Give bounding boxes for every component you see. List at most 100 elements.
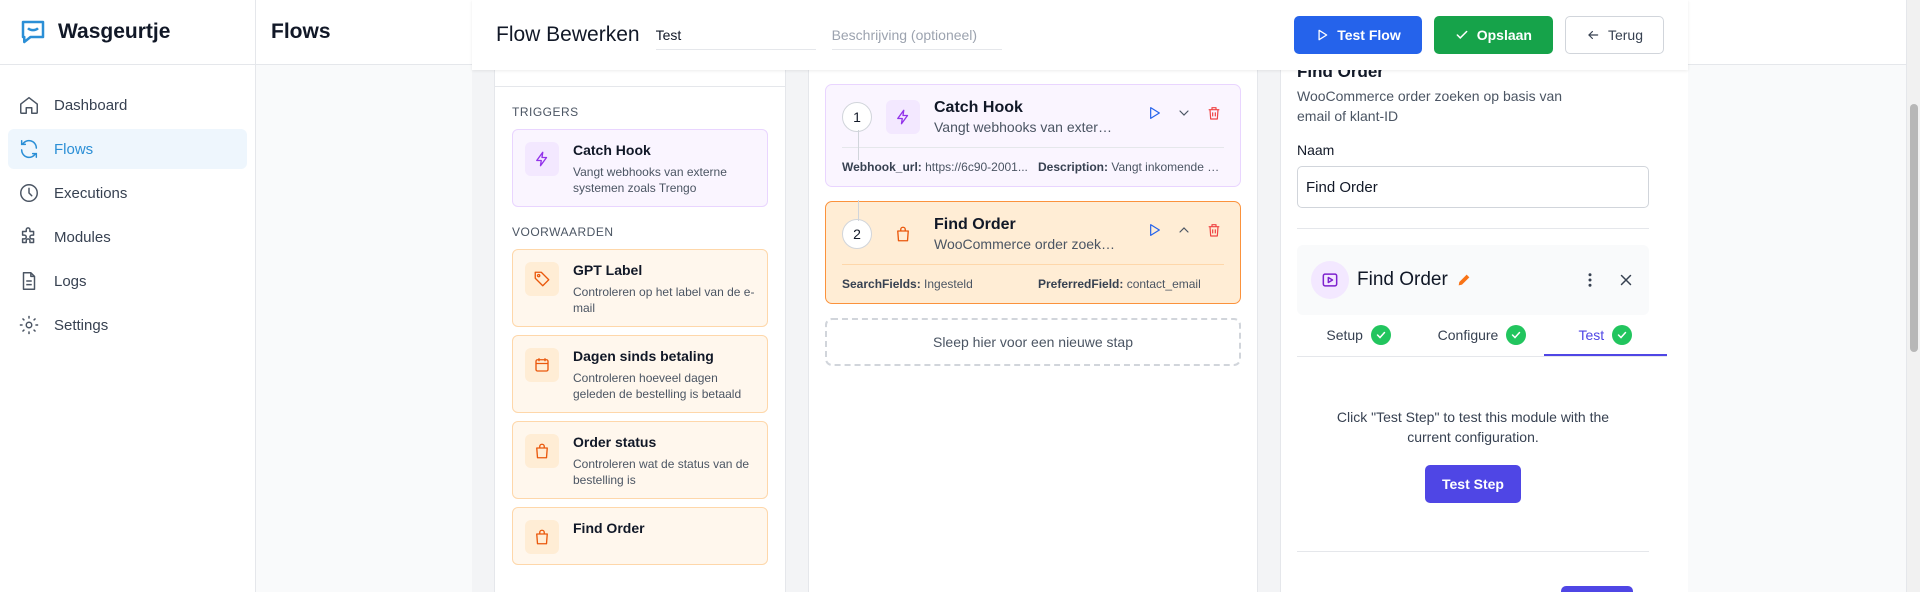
test-area: Click "Test Step" to test this module wi… bbox=[1297, 357, 1649, 503]
flow-name-input[interactable] bbox=[655, 20, 816, 50]
step-connector bbox=[858, 200, 859, 221]
chevron-down-icon[interactable] bbox=[1176, 105, 1192, 121]
sidebar-item-label: Modules bbox=[54, 228, 111, 246]
module-header: Find Order bbox=[1297, 245, 1649, 315]
sidebar-item-settings[interactable]: Settings bbox=[8, 305, 247, 345]
step-connector bbox=[858, 130, 859, 160]
palette-item-order-status[interactable]: Order status Controleren wat de status v… bbox=[512, 421, 768, 499]
document-icon bbox=[22, 272, 36, 290]
editor-title: Flow Bewerken bbox=[496, 23, 640, 46]
param-key: PreferredField: bbox=[1038, 277, 1124, 291]
flow-description-input[interactable] bbox=[831, 20, 1002, 50]
test-step-button[interactable]: Test Step bbox=[1425, 465, 1521, 503]
panel-divider bbox=[1297, 228, 1649, 229]
tab-setup[interactable]: Setup bbox=[1297, 315, 1420, 356]
sidebar-item-label: Dashboard bbox=[54, 96, 128, 114]
palette-item-days-since-payment[interactable]: Dagen sinds betaling Controleren hoeveel… bbox=[512, 335, 768, 413]
test-flow-button[interactable]: Test Flow bbox=[1294, 16, 1422, 54]
flow-step-catch-hook[interactable]: 1 Catch Hook Vangt webhooks van externe … bbox=[825, 84, 1241, 187]
step-params: SearchFields: Ingesteld PreferredField: … bbox=[842, 264, 1224, 291]
chevron-up-icon[interactable] bbox=[1176, 222, 1192, 238]
tab-label: Configure bbox=[1437, 326, 1499, 343]
bag-icon bbox=[886, 217, 920, 251]
play-icon[interactable] bbox=[1146, 105, 1162, 121]
home-icon bbox=[20, 96, 38, 114]
step-name-input[interactable] bbox=[1297, 166, 1649, 208]
sidebar-nav: Dashboard Flows Executions Modules Logs … bbox=[0, 65, 255, 369]
step-name: Catch Hook bbox=[934, 99, 1023, 116]
step-params: Webhook_url: https://6c90-2001... Descri… bbox=[842, 147, 1224, 174]
check-circle-icon bbox=[1370, 324, 1391, 345]
panel-description: WooCommerce order zoeken op basis van em… bbox=[1297, 88, 1563, 124]
tab-test[interactable]: Test bbox=[1543, 315, 1667, 356]
triggers-heading: TRIGGERS bbox=[512, 105, 579, 119]
check-circle-icon bbox=[1612, 324, 1633, 345]
bolt-icon bbox=[525, 142, 559, 176]
step-param: Webhook_url: https://6c90-2001... bbox=[842, 160, 1028, 174]
gear-icon bbox=[19, 315, 39, 335]
sidebar-item-flows[interactable]: Flows bbox=[8, 129, 247, 169]
module-actions bbox=[1581, 271, 1635, 289]
step-config-panel: Find Order WooCommerce order zoeken op b… bbox=[1280, 70, 1688, 592]
step-param: SearchFields: Ingesteld bbox=[842, 277, 1028, 291]
flow-step-find-order[interactable]: 2 Find Order WooCommerce order zoeken op… bbox=[825, 201, 1241, 304]
test-message: Click "Test Step" to test this module wi… bbox=[1336, 409, 1610, 445]
sidebar: Wasgeurtje Dashboard Flows Executions Mo… bbox=[0, 0, 256, 592]
module-card: Find Order bbox=[1297, 245, 1649, 315]
sidebar-item-modules[interactable]: Modules bbox=[8, 217, 247, 257]
header-actions: Test Flow Opslaan Terug bbox=[1294, 16, 1664, 54]
sidebar-item-label: Flows bbox=[54, 140, 94, 158]
palette-divider bbox=[495, 70, 785, 87]
brand-name: Wasgeurtje bbox=[58, 20, 171, 43]
step-actions bbox=[1146, 222, 1222, 238]
step-param: Description: Vangt inkomende w... bbox=[1038, 160, 1224, 174]
calendar-icon bbox=[525, 348, 559, 382]
panel-divider bbox=[1297, 551, 1649, 552]
sidebar-item-executions[interactable]: Executions bbox=[8, 173, 247, 213]
name-label: Naam bbox=[1297, 142, 1335, 158]
page-title: Flows bbox=[271, 20, 331, 43]
palette-item-description: Controleren op het label van de e-mail bbox=[573, 285, 755, 315]
palette-item-find-order[interactable]: Find Order bbox=[512, 507, 768, 565]
trash-icon[interactable] bbox=[1206, 222, 1222, 238]
param-value: Ingesteld bbox=[924, 277, 973, 291]
panel-title: Find Order bbox=[1297, 70, 1384, 81]
sidebar-item-dashboard[interactable]: Dashboard bbox=[8, 85, 247, 125]
palette-item-gpt-label[interactable]: GPT Label Controleren op het label van d… bbox=[512, 249, 768, 327]
palette-item-catch-hook[interactable]: Catch Hook Vangt webhooks van externe sy… bbox=[512, 129, 768, 207]
step-actions bbox=[1146, 105, 1222, 121]
palette-item-description: Controleren hoeveel dagen geleden de bes… bbox=[573, 371, 742, 401]
save-button[interactable]: Opslaan bbox=[1433, 16, 1553, 54]
back-label: Terug bbox=[1607, 27, 1643, 43]
sidebar-item-label: Settings bbox=[54, 316, 109, 334]
panel-footer-button[interactable] bbox=[1561, 586, 1633, 592]
chat-logo-icon bbox=[21, 20, 45, 44]
flow-canvas: 1 Catch Hook Vangt webhooks van externe … bbox=[808, 70, 1258, 592]
param-key: SearchFields: bbox=[842, 277, 921, 291]
new-step-dropzone[interactable]: Sleep hier voor een nieuwe stap bbox=[825, 318, 1241, 366]
tab-label: Test bbox=[1578, 326, 1605, 343]
page-scrollbar[interactable] bbox=[1906, 0, 1920, 592]
tab-configure[interactable]: Configure bbox=[1420, 315, 1543, 356]
bag-icon bbox=[525, 434, 559, 468]
conditions-heading: VOORWAARDEN bbox=[512, 225, 614, 239]
sidebar-item-label: Logs bbox=[54, 272, 87, 290]
back-button[interactable]: Terug bbox=[1564, 16, 1664, 54]
trash-icon[interactable] bbox=[1206, 105, 1222, 121]
step-description: Vangt webhooks van externe systemen zoal… bbox=[934, 119, 1119, 135]
more-vertical-icon[interactable] bbox=[1581, 271, 1599, 289]
param-value: contact_email bbox=[1126, 277, 1201, 291]
clock-icon bbox=[20, 184, 38, 202]
close-icon[interactable] bbox=[1617, 271, 1635, 289]
sidebar-item-logs[interactable]: Logs bbox=[8, 261, 247, 301]
pencil-icon[interactable] bbox=[1456, 272, 1472, 288]
tab-label: Setup bbox=[1326, 326, 1363, 343]
module-icon bbox=[1311, 261, 1349, 299]
refresh-icon bbox=[20, 139, 38, 159]
brand[interactable]: Wasgeurtje bbox=[0, 0, 255, 65]
scrollbar-thumb[interactable] bbox=[1910, 104, 1918, 352]
play-icon[interactable] bbox=[1146, 222, 1162, 238]
tag-icon bbox=[525, 262, 559, 296]
palette-item-title: Find Order bbox=[573, 520, 645, 536]
palette-item-title: Catch Hook bbox=[573, 142, 651, 158]
